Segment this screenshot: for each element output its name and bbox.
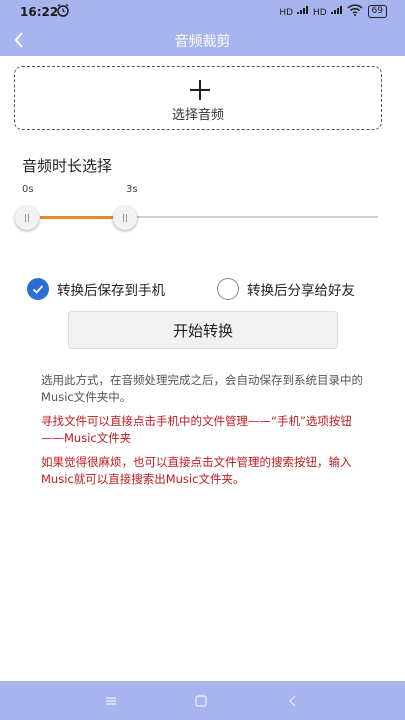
signal-icon: HD [313,5,342,18]
info-text: 选用此方式，在音频处理完成之后，会自动保存到系统目录中的Music文件夹中。 [41,373,363,404]
menu-icon[interactable] [101,691,121,711]
page-title: 音频裁剪 [174,34,231,50]
signal-label: HD [279,8,294,18]
slider-end-handle[interactable] [112,206,137,230]
plus-icon [189,79,211,101]
duration-slider-fill [40,216,125,219]
status-time: 16:22 [20,5,59,19]
select-audio-button[interactable]: 选择音频 [14,66,382,130]
hint-text-2: 如果觉得很麻烦，也可以直接点击文件管理的搜索按钮，输入Music就可以直接搜索出… [41,455,352,486]
option-share-to-friend[interactable]: 转换后分享给好友 [217,278,355,300]
checkmark-icon[interactable] [27,278,49,300]
battery-indicator: 69 [367,5,387,18]
alarm-clock-icon [56,3,70,20]
home-square-icon[interactable] [191,691,211,711]
option-share-label: 转换后分享给好友 [247,283,355,299]
back-triangle-icon[interactable] [283,691,303,711]
slider-start-label: 0s [22,184,34,195]
wifi-icon [347,4,363,19]
duration-section-title: 音频时长选择 [22,157,113,175]
system-nav-bar [0,681,405,720]
radio-unchecked-icon[interactable] [217,278,239,300]
option-save-to-phone[interactable]: 转换后保存到手机 [27,278,165,300]
option-save-label: 转换后保存到手机 [57,283,165,299]
app-bar: 音频裁剪 [0,24,405,56]
start-convert-button[interactable]: 开始转换 [68,311,338,349]
status-bar: 16:22 HD HD 69 [0,0,405,24]
slider-end-label: 3s [126,184,138,195]
signal-icon: HD [279,5,308,18]
slider-start-handle[interactable] [15,206,39,230]
hint-text-1: 寻找文件可以直接点击手机中的文件管理——“手机”选项按钮——Music文件夹 [41,414,352,445]
status-indicators: HD HD 69 [279,4,387,19]
select-audio-label: 选择音频 [171,108,224,123]
signal-label: HD [312,8,327,18]
